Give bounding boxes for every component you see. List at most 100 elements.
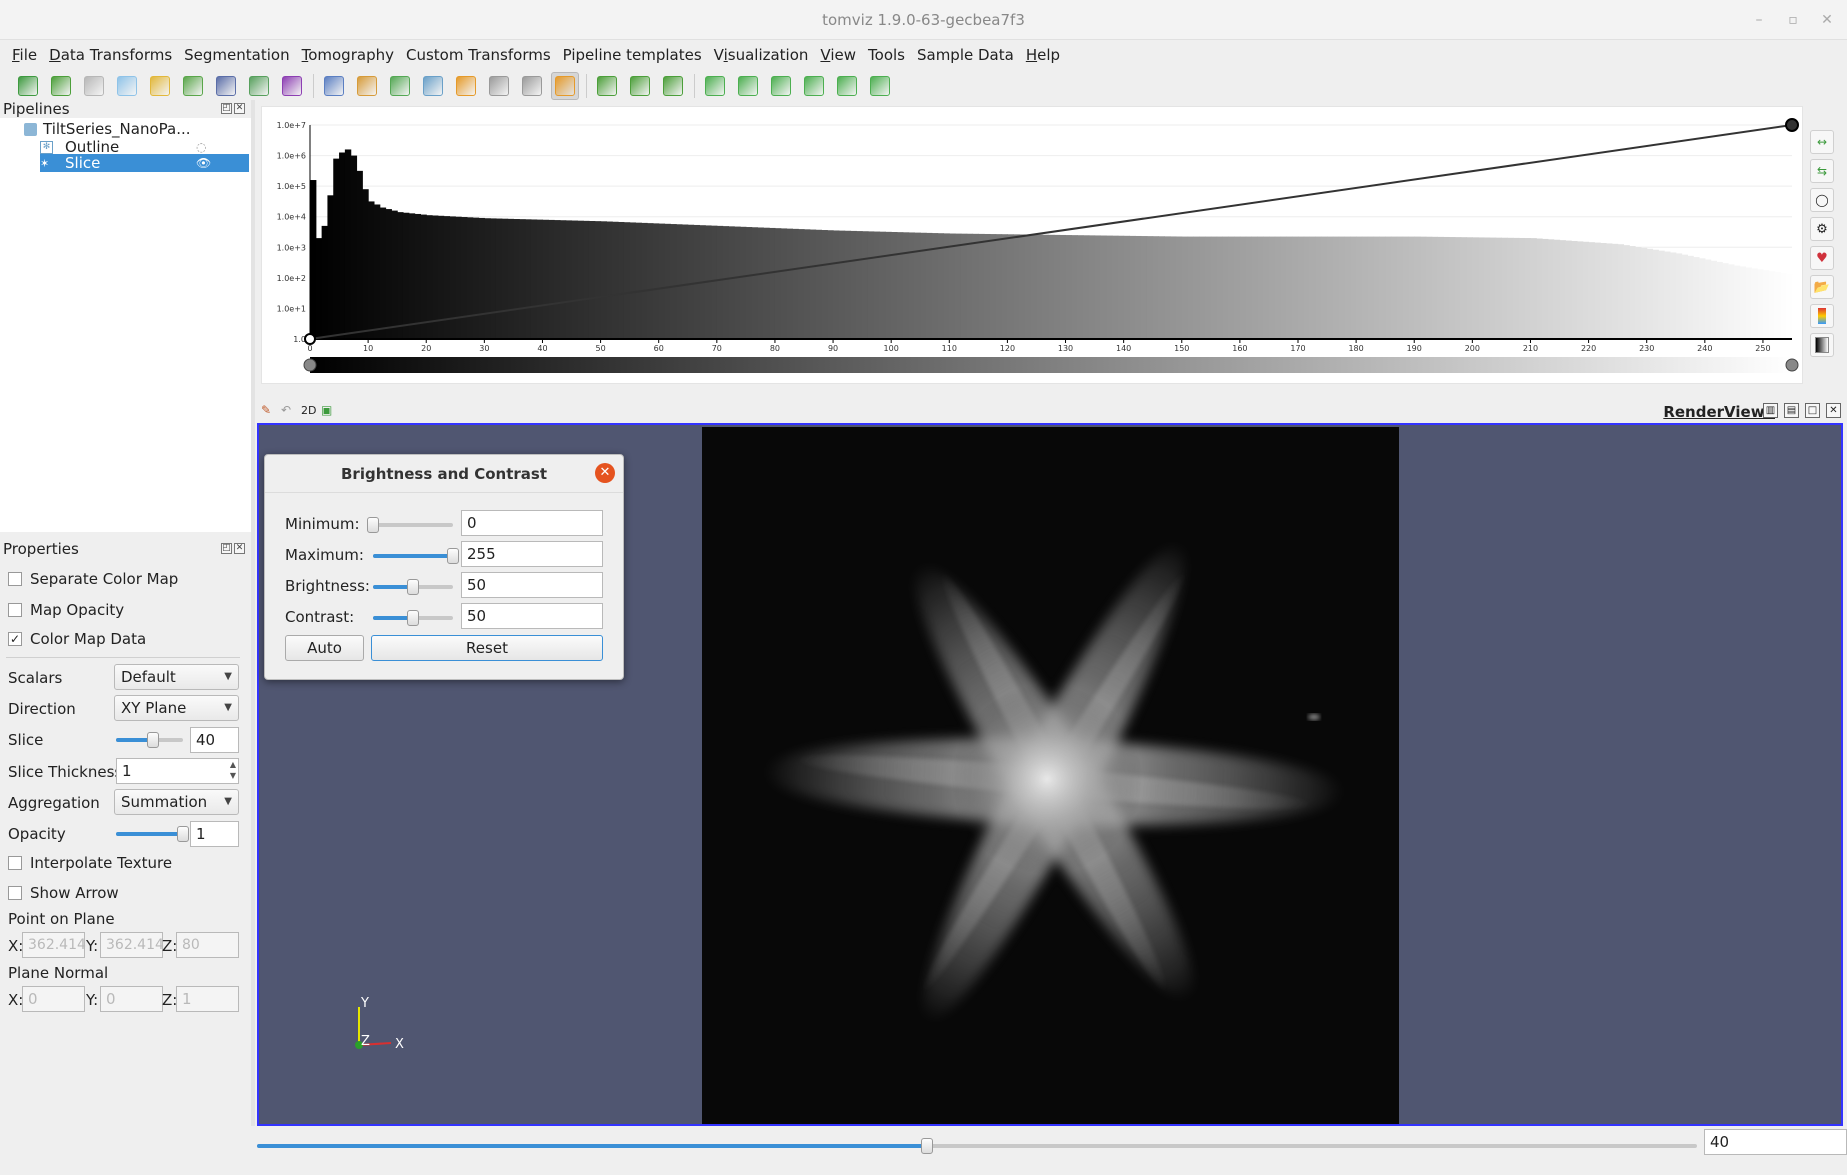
reset-camera-icon[interactable]: [386, 72, 414, 100]
visibility-eye-icon[interactable]: 👁: [196, 156, 211, 170]
slice-input[interactable]: 40: [190, 727, 239, 753]
slice-image[interactable]: [702, 427, 1399, 1124]
snowflake-icon[interactable]: [113, 72, 141, 100]
contrast-input[interactable]: 50: [461, 603, 603, 629]
minimum-slider-handle[interactable]: [367, 517, 379, 533]
maximize-view-icon[interactable]: □: [1805, 403, 1820, 418]
normal-x-input[interactable]: 0: [22, 986, 85, 1012]
ruler-3d-icon[interactable]: [179, 72, 207, 100]
expand-range-icon[interactable]: ↔: [1810, 130, 1834, 154]
palette-icon[interactable]: [353, 72, 381, 100]
refresh-icon[interactable]: [593, 72, 621, 100]
prev-frame-icon[interactable]: [734, 72, 762, 100]
direction-combo[interactable]: XY Plane ▼: [114, 695, 239, 721]
load-colormap-icon[interactable]: 📂: [1810, 275, 1834, 299]
close-window-icon[interactable]: ✕: [1818, 11, 1836, 29]
map-opacity-checkbox[interactable]: [8, 603, 22, 617]
points-icon[interactable]: [80, 72, 108, 100]
aggregation-combo[interactable]: Summation ▼: [114, 789, 239, 815]
camera-undo-icon[interactable]: ↶: [281, 403, 291, 417]
menu-file[interactable]: File: [6, 46, 43, 64]
slice-slider-handle[interactable]: [147, 732, 159, 748]
splitter[interactable]: [251, 100, 255, 1126]
rotate-minus-90-icon[interactable]: [518, 72, 546, 100]
float-icon[interactable]: ◰: [221, 103, 232, 114]
purple-cube-icon[interactable]: [278, 72, 306, 100]
screenshot-icon[interactable]: ▣: [321, 403, 332, 417]
menu-pipeline-templates[interactable]: Pipeline templates: [557, 46, 708, 64]
split-horizontal-icon[interactable]: ▥: [1763, 403, 1778, 418]
menu-tools[interactable]: Tools: [862, 46, 911, 64]
brightness-input[interactable]: 50: [461, 572, 603, 598]
menu-help[interactable]: Help: [1020, 46, 1066, 64]
next-frame-icon[interactable]: [800, 72, 828, 100]
close-icon[interactable]: ✕: [595, 463, 615, 483]
refresh-plus-icon[interactable]: [626, 72, 654, 100]
menu-custom-transforms[interactable]: Custom Transforms: [400, 46, 557, 64]
set-axis-icon[interactable]: [452, 72, 480, 100]
minimum-slider-track[interactable]: [373, 523, 453, 527]
interact-icon[interactable]: [551, 72, 579, 100]
ruler-icon[interactable]: [146, 72, 174, 100]
rotate-plus-90-icon[interactable]: [485, 72, 513, 100]
slice-thickness-spinbox[interactable]: 1 ▲ ▼: [116, 758, 239, 784]
volume-icon[interactable]: [245, 72, 273, 100]
scalars-combo[interactable]: Default ▼: [114, 664, 239, 690]
reset-button[interactable]: Reset: [371, 635, 603, 661]
close-panel-icon[interactable]: ✕: [234, 103, 245, 114]
spin-arrows-icon[interactable]: ▲ ▼: [230, 759, 236, 781]
play-icon[interactable]: [767, 72, 795, 100]
split-vertical-icon[interactable]: ▤: [1784, 403, 1799, 418]
normal-z-input[interactable]: 1: [176, 986, 239, 1012]
auto-button[interactable]: Auto: [285, 635, 364, 661]
normal-y-input[interactable]: 0: [100, 986, 163, 1012]
loop-icon[interactable]: [866, 72, 894, 100]
menu-tomography[interactable]: Tomography: [296, 46, 400, 64]
camera-icon[interactable]: ✎: [261, 403, 271, 417]
animation-slider-handle[interactable]: [921, 1138, 933, 1154]
refresh-stop-icon[interactable]: [659, 72, 687, 100]
menu-data-transforms[interactable]: Data Transforms: [43, 46, 178, 64]
maximum-slider-handle[interactable]: [447, 548, 459, 564]
grayscale-preset-icon[interactable]: [1810, 333, 1834, 357]
interpolate-texture-checkbox[interactable]: [8, 856, 22, 870]
shrink-range-icon[interactable]: ⇆: [1810, 159, 1834, 183]
extent-icon[interactable]: [47, 72, 75, 100]
show-arrow-row[interactable]: Show Arrow: [0, 880, 251, 906]
close-view-icon[interactable]: ✕: [1826, 403, 1841, 418]
tree-item-tiltseries[interactable]: TiltSeries_NanoPa...: [24, 120, 249, 138]
histogram-svg[interactable]: 1.01.0e+11.0e+21.0e+31.0e+41.0e+51.0e+61…: [262, 107, 1804, 385]
menu-view[interactable]: View: [814, 46, 862, 64]
histogram-chart[interactable]: 1.0 1.0e+1 1.0e+2 1.0e+3 1.0e+4 1.0e+5 1.0e+6 1…: [261, 106, 1803, 384]
minimize-icon[interactable]: –: [1750, 11, 1768, 29]
zoom-data-icon[interactable]: [419, 72, 447, 100]
visibility-hidden-icon[interactable]: ◌: [196, 140, 206, 154]
settings-icon[interactable]: ⚙: [1810, 217, 1834, 241]
open-data-icon[interactable]: [14, 72, 42, 100]
menu-sample-data[interactable]: Sample Data: [911, 46, 1020, 64]
opacity-input[interactable]: 1: [190, 821, 239, 847]
maximize-icon[interactable]: ▫: [1784, 11, 1802, 29]
view-mode-button[interactable]: 2D: [301, 404, 316, 417]
opacity-slider-handle[interactable]: [177, 826, 189, 842]
colormap-preset-icon[interactable]: [1810, 304, 1834, 328]
slice-animation-slider[interactable]: [257, 1135, 1697, 1157]
maximum-input[interactable]: 255: [461, 541, 603, 567]
interpolate-texture-row[interactable]: Interpolate Texture: [0, 850, 251, 876]
minimum-input[interactable]: 0: [461, 510, 603, 536]
separate-color-map-checkbox[interactable]: [8, 572, 22, 586]
cube-icon[interactable]: [212, 72, 240, 100]
animation-slice-input[interactable]: 40: [1704, 1129, 1847, 1155]
color-map-data-checkbox[interactable]: ✓: [8, 632, 22, 646]
close-panel-icon[interactable]: ✕: [234, 543, 245, 554]
tree-item-slice[interactable]: ✶ Slice 👁: [40, 154, 249, 172]
point-y-input[interactable]: 362.414: [100, 932, 164, 958]
map-opacity-row[interactable]: Map Opacity: [0, 597, 251, 623]
point-z-input[interactable]: 80: [176, 932, 239, 958]
color-map-data-row[interactable]: ✓ Color Map Data: [0, 626, 251, 652]
separate-color-map-row[interactable]: Separate Color Map: [0, 566, 251, 592]
menu-segmentation[interactable]: Segmentation: [178, 46, 295, 64]
first-frame-icon[interactable]: [701, 72, 729, 100]
last-frame-icon[interactable]: [833, 72, 861, 100]
select-icon[interactable]: [320, 72, 348, 100]
